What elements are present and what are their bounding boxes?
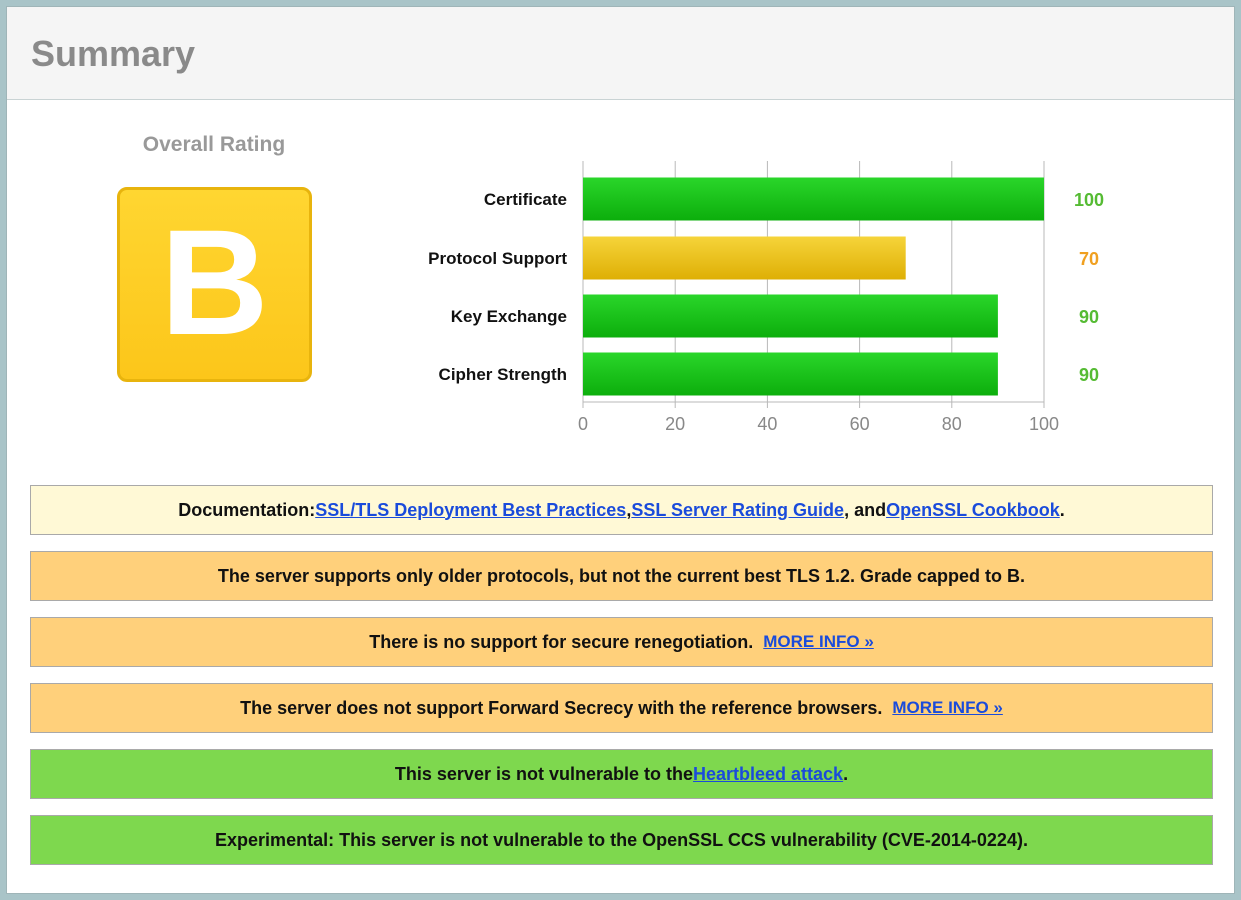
summary-panel: Summary Overall Rating B 0 20 40 60 80 100 Cer…: [6, 6, 1235, 894]
documentation-notice: Documentation: SSL/TLS Deployment Best P…: [30, 485, 1213, 535]
heartbleed-suffix: .: [843, 763, 849, 784]
category-label: Protocol Support: [428, 249, 567, 268]
category-label: Certificate: [484, 190, 567, 209]
link-server-rating-guide[interactable]: SSL Server Rating Guide: [631, 500, 844, 521]
bar-certificate: [583, 177, 1044, 221]
bar-key-exchange: [583, 294, 998, 338]
renegotiation-warning: There is no support for secure renegotia…: [30, 617, 1213, 667]
category-label: Key Exchange: [451, 307, 567, 326]
bar-cipher-strength: [583, 352, 998, 396]
x-tick-label: 80: [942, 414, 962, 434]
bar-protocol-support: [583, 236, 906, 280]
value-label: 90: [1079, 307, 1099, 327]
link-deployment-best-practices[interactable]: SSL/TLS Deployment Best Practices: [315, 500, 626, 521]
value-label: 70: [1079, 249, 1099, 269]
x-tick-label: 20: [665, 414, 685, 434]
heartbleed-prefix: This server is not vulnerable to the: [394, 763, 693, 784]
x-tick-label: 100: [1029, 414, 1059, 434]
forward-secrecy-more-info-link[interactable]: MORE INFO »: [892, 698, 1003, 718]
documentation-sep2: , and: [844, 499, 887, 520]
category-label: Cipher Strength: [439, 365, 567, 384]
renegotiation-warning-text: There is no support for secure renegotia…: [369, 631, 754, 652]
x-tick-label: 0: [578, 414, 588, 434]
x-tick-label: 60: [850, 414, 870, 434]
forward-secrecy-warning: The server does not support Forward Secr…: [30, 683, 1213, 733]
value-label: 100: [1074, 190, 1104, 210]
ccs-notice: Experimental: This server is not vulnera…: [30, 815, 1213, 865]
value-label: 90: [1079, 365, 1099, 385]
rating-bar-chart: 0 20 40 60 80 100 Certificate 100 Protocol Suppo…: [428, 161, 1104, 434]
protocols-warning-text: The server supports only older protocols…: [217, 565, 1026, 586]
documentation-prefix: Documentation:: [178, 499, 316, 520]
heartbleed-notice: This server is not vulnerable to the Hea…: [30, 749, 1213, 799]
forward-secrecy-warning-text: The server does not support Forward Secr…: [240, 697, 883, 718]
ccs-notice-text: Experimental: This server is not vulnera…: [215, 829, 1028, 850]
x-tick-label: 40: [757, 414, 777, 434]
documentation-suffix: .: [1059, 499, 1065, 520]
heartbleed-attack-link[interactable]: Heartbleed attack: [693, 764, 843, 785]
renegotiation-more-info-link[interactable]: MORE INFO »: [763, 632, 874, 652]
protocols-warning: The server supports only older protocols…: [30, 551, 1213, 601]
link-openssl-cookbook[interactable]: OpenSSL Cookbook: [886, 500, 1060, 521]
